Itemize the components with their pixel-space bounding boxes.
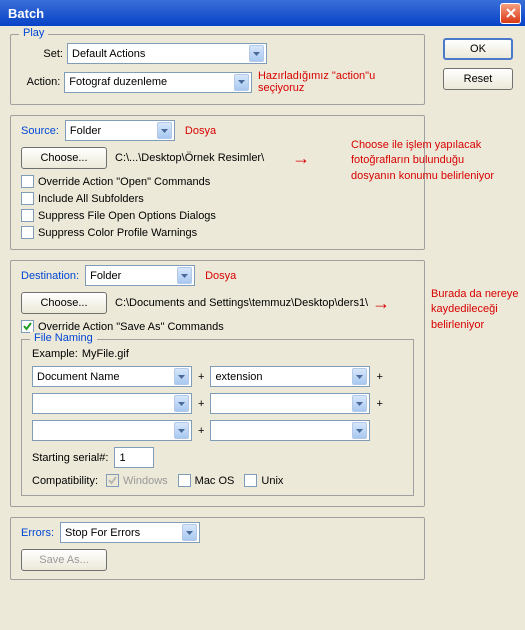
filename-part-4[interactable] xyxy=(210,393,370,414)
arrow-right-icon: → xyxy=(292,148,310,169)
ok-button[interactable]: OK xyxy=(443,38,513,60)
errors-label: Errors: xyxy=(21,527,54,539)
arrow-right-icon: → xyxy=(372,293,390,314)
starting-serial-input[interactable]: 1 xyxy=(114,447,154,468)
suppress-color-label: Suppress Color Profile Warnings xyxy=(38,227,197,239)
compat-unix-label: Unix xyxy=(261,475,283,487)
plus-separator: + xyxy=(370,398,388,410)
include-subfolders-label: Include All Subfolders xyxy=(38,193,144,205)
action-label: Action: xyxy=(21,76,64,88)
play-legend: Play xyxy=(19,27,48,39)
play-fieldset: Play Set: Default Actions Action: Fotogr… xyxy=(10,34,425,105)
set-select[interactable]: Default Actions xyxy=(67,43,267,64)
destination-select[interactable]: Folder xyxy=(85,265,195,286)
filename-part-2[interactable]: extension xyxy=(210,366,370,387)
source-fieldset: Source: Folder Dosya Choose... C:\...\De… xyxy=(10,115,425,250)
suppress-open-checkbox[interactable]: Suppress File Open Options Dialogs xyxy=(21,209,414,222)
source-dosya-note: Dosya xyxy=(185,125,216,137)
chevron-down-icon xyxy=(174,395,189,412)
source-label: Source: xyxy=(21,125,59,137)
source-select[interactable]: Folder xyxy=(65,120,175,141)
filename-part-3[interactable] xyxy=(32,393,192,414)
chevron-down-icon xyxy=(249,45,264,62)
destination-fieldset: Destination: Folder Dosya Choose... C:\D… xyxy=(10,260,425,507)
dialog-body: OK Reset Play Set: Default Actions Actio… xyxy=(0,26,525,630)
destination-note: Burada da nereye kaydedileceği belirleni… xyxy=(431,287,521,333)
plus-separator: + xyxy=(192,425,210,437)
filename-part-5[interactable] xyxy=(32,420,192,441)
compat-unix-checkbox[interactable]: Unix xyxy=(244,474,283,487)
set-label: Set: xyxy=(21,48,67,60)
close-button[interactable] xyxy=(500,3,521,24)
source-note: Choose ile işlem yapılacak fotoğrafların… xyxy=(351,138,501,184)
play-note: Hazırladığımız "action"u seçiyoruz xyxy=(258,70,414,94)
set-value: Default Actions xyxy=(72,48,249,60)
destination-label: Destination: xyxy=(21,270,79,282)
destination-path: C:\Documents and Settings\temmuz\Desktop… xyxy=(115,297,368,309)
source-value: Folder xyxy=(70,125,157,137)
filenaming-fieldset: File Naming Example: MyFile.gif Document… xyxy=(21,339,414,496)
checkbox-icon xyxy=(21,192,34,205)
checkbox-icon xyxy=(244,474,257,487)
errors-fieldset: Errors: Stop For Errors Save As... xyxy=(10,517,425,580)
source-choose-button[interactable]: Choose... xyxy=(21,147,107,169)
chevron-down-icon xyxy=(177,267,192,284)
chevron-down-icon xyxy=(352,395,367,412)
checkbox-icon xyxy=(21,175,34,188)
override-saveas-label: Override Action "Save As" Commands xyxy=(38,321,224,333)
suppress-color-checkbox[interactable]: Suppress Color Profile Warnings xyxy=(21,226,414,239)
chevron-down-icon xyxy=(174,422,189,439)
window-title: Batch xyxy=(8,6,500,21)
action-select[interactable]: Fotograf duzenleme xyxy=(64,72,252,93)
example-label: Example: xyxy=(32,348,78,360)
suppress-open-label: Suppress File Open Options Dialogs xyxy=(38,210,216,222)
reset-button[interactable]: Reset xyxy=(443,68,513,90)
compat-mac-checkbox[interactable]: Mac OS xyxy=(178,474,235,487)
titlebar: Batch xyxy=(0,0,525,26)
include-subfolders-checkbox[interactable]: Include All Subfolders xyxy=(21,192,414,205)
errors-select[interactable]: Stop For Errors xyxy=(60,522,200,543)
source-path: C:\...\Desktop\Örnek Resimler\ xyxy=(115,152,264,164)
chevron-down-icon xyxy=(352,368,367,385)
errors-value: Stop For Errors xyxy=(65,527,182,539)
checkbox-icon xyxy=(21,226,34,239)
filename-part-6[interactable] xyxy=(210,420,370,441)
compat-windows-checkbox: Windows xyxy=(106,474,168,487)
close-icon xyxy=(506,8,516,18)
example-value: MyFile.gif xyxy=(82,348,129,360)
destination-dosya-note: Dosya xyxy=(205,270,236,282)
checkbox-icon xyxy=(106,474,119,487)
filename-part-1[interactable]: Document Name xyxy=(32,366,192,387)
chevron-down-icon xyxy=(182,524,197,541)
checkbox-icon xyxy=(21,209,34,222)
chevron-down-icon xyxy=(174,368,189,385)
compatibility-label: Compatibility: xyxy=(32,475,98,487)
destination-choose-button[interactable]: Choose... xyxy=(21,292,107,314)
plus-separator: + xyxy=(192,371,210,383)
filenaming-legend: File Naming xyxy=(30,332,97,344)
dialog-buttons: OK Reset xyxy=(443,38,513,90)
checkbox-icon xyxy=(178,474,191,487)
compat-mac-label: Mac OS xyxy=(195,475,235,487)
chevron-down-icon xyxy=(157,122,172,139)
starting-serial-label: Starting serial#: xyxy=(32,452,108,464)
chevron-down-icon xyxy=(352,422,367,439)
override-open-label: Override Action "Open" Commands xyxy=(38,176,210,188)
save-as-button: Save As... xyxy=(21,549,107,571)
plus-separator: + xyxy=(370,371,388,383)
plus-separator: + xyxy=(192,398,210,410)
action-value: Fotograf duzenleme xyxy=(69,76,234,88)
destination-value: Folder xyxy=(90,270,177,282)
compat-windows-label: Windows xyxy=(123,475,168,487)
chevron-down-icon xyxy=(234,74,249,91)
